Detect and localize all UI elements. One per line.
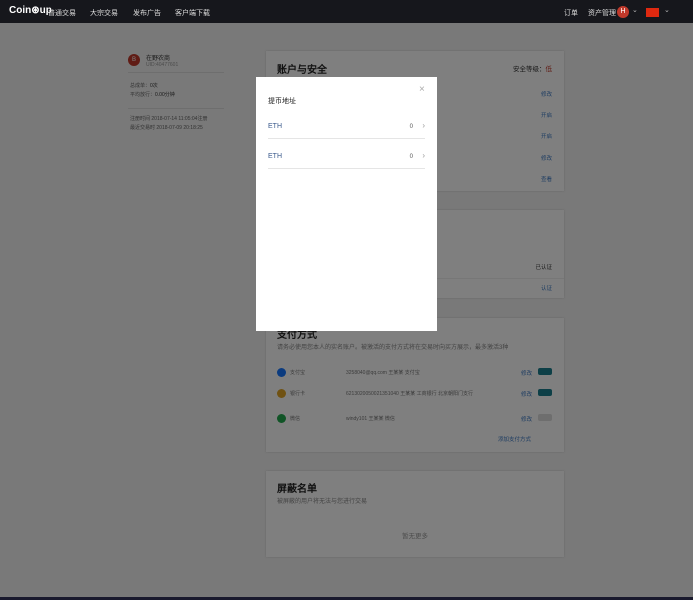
- logo[interactable]: Coin⊛up: [9, 5, 52, 16]
- address-count: 0: [409, 154, 413, 160]
- user-avatar[interactable]: H: [617, 6, 629, 18]
- china-flag-icon[interactable]: [646, 8, 659, 17]
- nav-client-download[interactable]: 客户端下载: [175, 8, 210, 18]
- address-row[interactable]: ETH 0 ›: [268, 148, 425, 169]
- chevron-down-icon[interactable]: ⌄: [664, 6, 670, 14]
- withdraw-address-modal: × 提币地址 ETH 0 › ETH 0 ›: [256, 77, 437, 331]
- modal-title: 提币地址: [268, 98, 296, 105]
- address-count: 0: [409, 124, 413, 130]
- chevron-right-icon: ›: [422, 151, 425, 160]
- address-coin: ETH: [268, 153, 282, 160]
- address-coin: ETH: [268, 123, 282, 130]
- nav-normal-trade[interactable]: 普通交易: [48, 8, 76, 18]
- nav-post-ad[interactable]: 发布广告: [133, 8, 161, 18]
- chevron-right-icon: ›: [422, 121, 425, 130]
- chevron-down-icon[interactable]: ⌄: [632, 6, 638, 14]
- top-nav-bar: Coin⊛up 普通交易 大宗交易 发布广告 客户端下载 订单 资产管理 H ⌄…: [0, 0, 693, 23]
- nav-orders[interactable]: 订单: [564, 8, 578, 18]
- close-icon[interactable]: ×: [419, 84, 425, 95]
- address-row[interactable]: ETH 0 ›: [268, 118, 425, 139]
- nav-bulk-trade[interactable]: 大宗交易: [90, 8, 118, 18]
- nav-assets[interactable]: 资产管理: [588, 8, 616, 18]
